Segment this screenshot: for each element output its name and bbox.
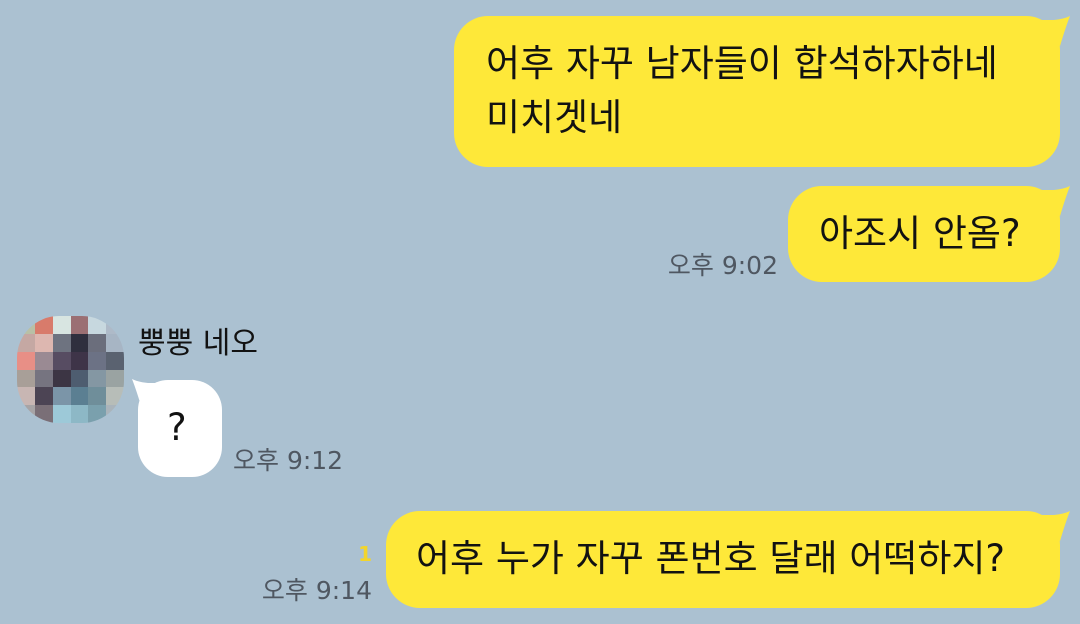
my-message-bubble[interactable]: 어후 자꾸 남자들이 합석하자하네 미치겟네 <box>454 16 1060 167</box>
my-message-bubble[interactable]: 아조시 안옴? <box>788 186 1060 282</box>
message-text-line: 어후 자꾸 남자들이 합석하자하네 <box>486 42 998 85</box>
message-timestamp: 오후 9:02 <box>667 251 778 280</box>
unread-count-badge: 1 <box>358 542 372 566</box>
message-timestamp: 오후 9:12 <box>233 446 344 475</box>
message-text-line: 미치겟네 <box>486 96 623 139</box>
pixelated-avatar-icon <box>17 316 124 423</box>
bubble-tail <box>1030 511 1070 541</box>
message-text-line: ? <box>167 406 187 449</box>
bubble-tail <box>1030 16 1070 46</box>
message-timestamp: 오후 9:14 <box>261 576 372 605</box>
message-text-line: 어후 누가 자꾸 폰번호 달래 어떡하지? <box>416 537 1006 580</box>
my-message-bubble[interactable]: 어후 누가 자꾸 폰번호 달래 어떡하지? <box>386 511 1060 608</box>
sender-name: 뿡뿡 네오 <box>138 326 258 361</box>
bubble-tail <box>1030 186 1070 216</box>
their-message-bubble[interactable]: ? <box>138 380 222 477</box>
sender-avatar[interactable] <box>17 316 124 423</box>
message-text-line: 아조시 안옴? <box>819 212 1021 255</box>
